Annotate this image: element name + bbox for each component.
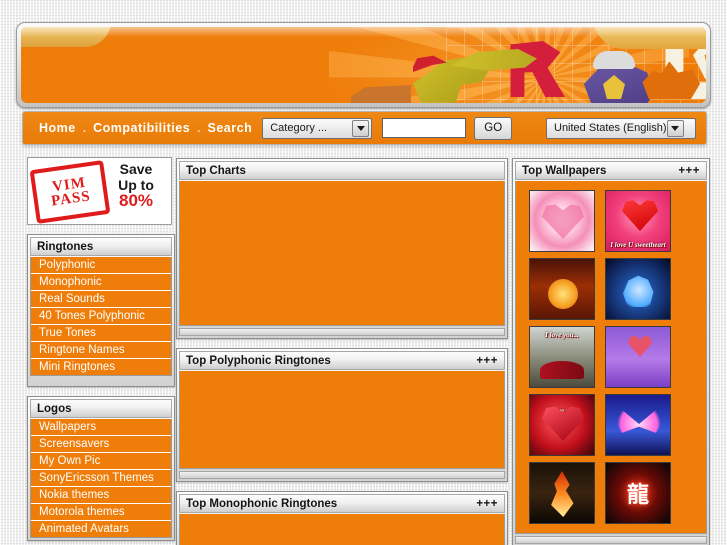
- panel-content-top-charts: [179, 181, 505, 326]
- wallpaper-caption: I love you: [547, 407, 577, 415]
- panel-more-link[interactable]: +++: [476, 355, 498, 367]
- main-content-column: Top Charts Top Polyphonic Ringtones +++ …: [176, 158, 508, 545]
- wallpaper-thumb-purple-heart-ladybugs[interactable]: [605, 326, 671, 388]
- sidebar-item-wallpapers[interactable]: Wallpapers: [31, 419, 171, 436]
- panel-header: Top Wallpapers +++: [515, 161, 707, 180]
- language-select-value: United States (English): [554, 122, 667, 134]
- sidebar-item-nokia-themes[interactable]: Nokia themes: [31, 487, 171, 504]
- sidebar-item-polyphonic[interactable]: Polyphonic: [31, 257, 171, 274]
- vim-pass-promo-banner[interactable]: VIM PASS Save Up to 80%: [27, 157, 172, 225]
- wallpaper-caption: I love you...: [545, 331, 579, 339]
- sidebar-item-screensavers[interactable]: Screensavers: [31, 436, 171, 453]
- sidebar-item-animated-avatars[interactable]: Animated Avatars: [31, 521, 171, 537]
- vim-pass-stamp-icon: VIM PASS: [29, 160, 111, 224]
- nav-separator: .: [82, 121, 87, 135]
- sidebar-block-title: Ringtones: [30, 237, 172, 256]
- sidebar-block-logos: Logos Wallpapers Screensavers My Own Pic…: [27, 396, 175, 541]
- category-select-value: Category ...: [270, 122, 328, 134]
- right-sidebar: Top Wallpapers +++ I love U sweetheart I…: [512, 158, 710, 545]
- panel-title-top-charts: Top Charts: [186, 164, 246, 177]
- wallpaper-thumb-pink-heart-collage[interactable]: [529, 190, 595, 252]
- panel-footer-strip: [179, 471, 505, 479]
- wallpaper-thumb-i-love-you-rose[interactable]: I love you...: [529, 326, 595, 388]
- sidebar-item-40-tones-polyphonic[interactable]: 40 Tones Polyphonic: [31, 308, 171, 325]
- left-sidebar: VIM PASS Save Up to 80% Ringtones Polyph…: [27, 157, 175, 541]
- wallpaper-thumb-flame-horse[interactable]: [529, 462, 595, 524]
- wallpaper-thumb-i-love-u-sweetheart[interactable]: I love U sweetheart: [605, 190, 671, 252]
- panel-content-top-monophonic-ringtones: [179, 514, 505, 545]
- nav-item-compatibilities[interactable]: Compatibilities: [93, 121, 190, 135]
- sidebar-item-my-own-pic[interactable]: My Own Pic: [31, 453, 171, 470]
- banner-sheen: [21, 27, 706, 37]
- panel-content-top-polyphonic-ringtones: [179, 371, 505, 469]
- panel-footer-strip: [515, 536, 707, 544]
- nav-links: Home . Compatibilities . Search: [23, 121, 252, 135]
- panel-footer-strip: [179, 328, 505, 336]
- promo-line1: Save: [119, 161, 153, 177]
- page-root: Home . Compatibilities . Search Category…: [0, 0, 727, 545]
- sidebar-item-real-sounds[interactable]: Real Sounds: [31, 291, 171, 308]
- main-navigation-bar: Home . Compatibilities . Search Category…: [22, 111, 707, 145]
- sidebar-item-true-tones[interactable]: True Tones: [31, 325, 171, 342]
- wallpaper-thumb-neon-butterfly[interactable]: [605, 394, 671, 456]
- panel-top-monophonic-ringtones: Top Monophonic Ringtones +++: [176, 491, 508, 545]
- sidebar-item-ringtone-names[interactable]: Ringtone Names: [31, 342, 171, 359]
- panel-more-link[interactable]: +++: [678, 165, 700, 177]
- category-select[interactable]: Category ...: [262, 117, 373, 139]
- promo-text: Save Up to 80%: [105, 161, 167, 209]
- chevron-down-icon[interactable]: [666, 119, 684, 137]
- promo-percent: 80%: [118, 191, 154, 210]
- sidebar-title-logos: Logos: [37, 402, 72, 415]
- wallpaper-thumb-sunset-tree[interactable]: [529, 258, 595, 320]
- sidebar-item-monophonic[interactable]: Monophonic: [31, 274, 171, 291]
- panel-more-link[interactable]: +++: [476, 498, 498, 510]
- sidebar-block-footer: [30, 376, 172, 384]
- language-select[interactable]: United States (English): [546, 117, 696, 139]
- panel-header: Top Charts: [179, 161, 505, 180]
- panel-header: Top Monophonic Ringtones +++: [179, 494, 505, 513]
- panel-header: Top Polyphonic Ringtones +++: [179, 351, 505, 370]
- sidebar-menu-logos: Wallpapers Screensavers My Own Pic SonyE…: [30, 419, 172, 538]
- wallpaper-caption: I love U sweetheart: [610, 241, 666, 249]
- sidebar-block-ringtones: Ringtones Polyphonic Monophonic Real Sou…: [27, 234, 175, 387]
- panel-top-wallpapers: Top Wallpapers +++ I love U sweetheart I…: [512, 158, 710, 545]
- sidebar-block-title: Logos: [30, 399, 172, 418]
- panel-top-charts: Top Charts: [176, 158, 508, 339]
- sidebar-item-sonyericsson-themes[interactable]: SonyEricsson Themes: [31, 470, 171, 487]
- site-banner: [16, 22, 711, 108]
- wallpaper-thumb-red-heart-roses[interactable]: I love you: [529, 394, 595, 456]
- graffiti-helmet-icon: [593, 51, 635, 69]
- sidebar-menu-ringtones: Polyphonic Monophonic Real Sounds 40 Ton…: [30, 257, 172, 376]
- sidebar-item-motorola-themes[interactable]: Motorola themes: [31, 504, 171, 521]
- sidebar-item-mini-ringtones[interactable]: Mini Ringtones: [31, 359, 171, 375]
- nav-item-home[interactable]: Home: [39, 121, 76, 135]
- nav-separator: .: [197, 121, 201, 135]
- go-button[interactable]: GO: [474, 116, 513, 140]
- panel-title-top-polyphonic-ringtones: Top Polyphonic Ringtones: [186, 354, 331, 367]
- promo-stamp-line2: PASS: [50, 188, 92, 210]
- chevron-down-icon[interactable]: [352, 119, 370, 137]
- wallpaper-thumb-chinese-dragon[interactable]: [605, 462, 671, 524]
- wallpaper-grid: I love U sweetheart I love you... I love…: [515, 181, 707, 534]
- banner-artwork: [21, 27, 706, 103]
- panel-title-top-wallpapers: Top Wallpapers: [522, 164, 607, 177]
- panel-title-top-monophonic-ringtones: Top Monophonic Ringtones: [186, 497, 338, 510]
- nav-item-search[interactable]: Search: [208, 121, 253, 135]
- panel-top-polyphonic-ringtones: Top Polyphonic Ringtones +++: [176, 348, 508, 482]
- search-input[interactable]: [382, 118, 467, 138]
- sidebar-title-ringtones: Ringtones: [37, 240, 94, 253]
- wallpaper-thumb-neon-lion-cub[interactable]: [605, 258, 671, 320]
